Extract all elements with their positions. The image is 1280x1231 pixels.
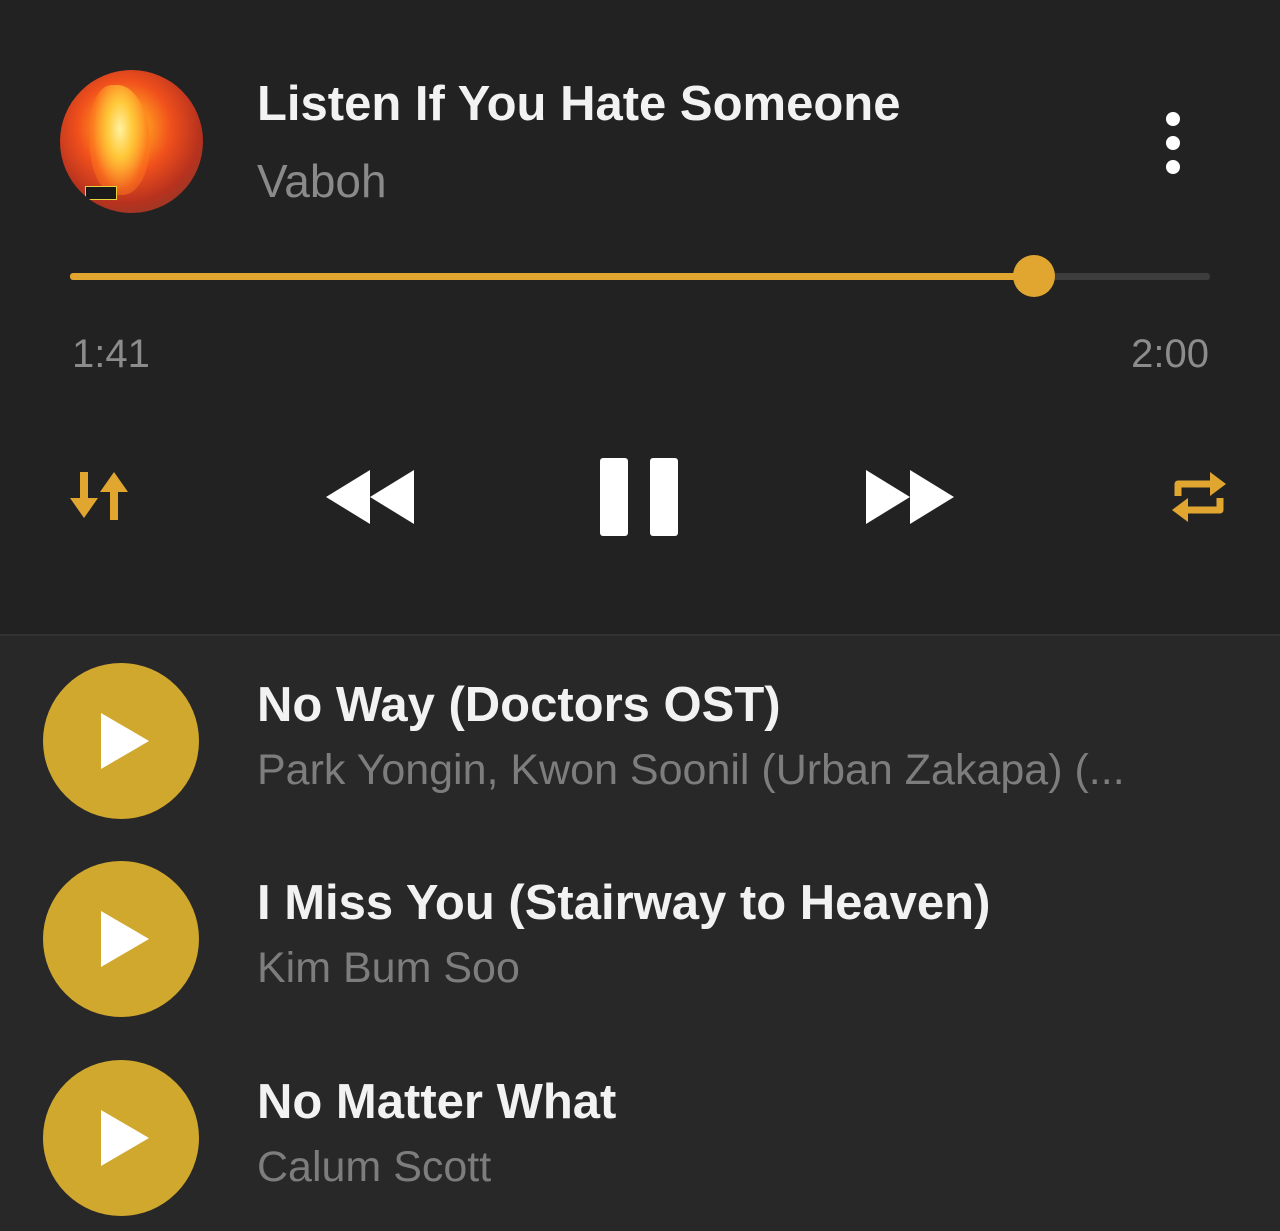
- list-item[interactable]: I Miss You (Stairway to Heaven) Kim Bum …: [0, 834, 1280, 1032]
- play-icon: [101, 911, 149, 967]
- track-title: No Way (Doctors OST): [257, 678, 781, 732]
- track-title: I Miss You (Stairway to Heaven): [257, 876, 991, 930]
- rewind-icon: [326, 470, 414, 524]
- play-icon: [101, 713, 149, 769]
- play-track-button[interactable]: [43, 861, 199, 1017]
- elapsed-time: 1:41: [72, 332, 150, 376]
- album-art-label: [85, 186, 117, 200]
- track-artist: Park Yongin, Kwon Soonil (Urban Zakapa) …: [257, 746, 1125, 794]
- now-playing-panel: Listen If You Hate Someone Vaboh 1:41 2:…: [0, 0, 1280, 634]
- repeat-button[interactable]: [1168, 466, 1230, 528]
- seek-bar-fill: [70, 273, 1035, 280]
- repeat-icon: [1172, 472, 1226, 522]
- album-art-flame: [90, 85, 150, 195]
- pause-icon: [600, 458, 678, 536]
- next-button[interactable]: [864, 470, 954, 524]
- track-artist: Kim Bum Soo: [257, 944, 520, 992]
- shuffle-button[interactable]: [66, 468, 132, 524]
- play-pause-button[interactable]: [598, 456, 682, 538]
- fast-forward-icon: [866, 470, 954, 524]
- list-item[interactable]: No Matter What Calum Scott: [0, 1033, 1280, 1231]
- album-art[interactable]: [60, 70, 203, 213]
- sort-arrows-icon: [70, 472, 128, 520]
- track-title: No Matter What: [257, 1075, 617, 1129]
- total-duration: 2:00: [1131, 332, 1209, 376]
- now-playing-artist: Vaboh: [257, 155, 387, 207]
- list-item[interactable]: No Way (Doctors OST) Park Yongin, Kwon S…: [0, 636, 1280, 834]
- now-playing-title: Listen If You Hate Someone: [257, 77, 901, 131]
- seek-bar-thumb[interactable]: [1013, 255, 1056, 297]
- play-track-button[interactable]: [43, 663, 199, 819]
- play-track-button[interactable]: [43, 1060, 199, 1216]
- seek-bar[interactable]: [70, 254, 1210, 298]
- play-icon: [101, 1110, 149, 1166]
- track-artist: Calum Scott: [257, 1143, 492, 1191]
- previous-button[interactable]: [326, 470, 416, 524]
- more-options-button[interactable]: [1153, 108, 1193, 178]
